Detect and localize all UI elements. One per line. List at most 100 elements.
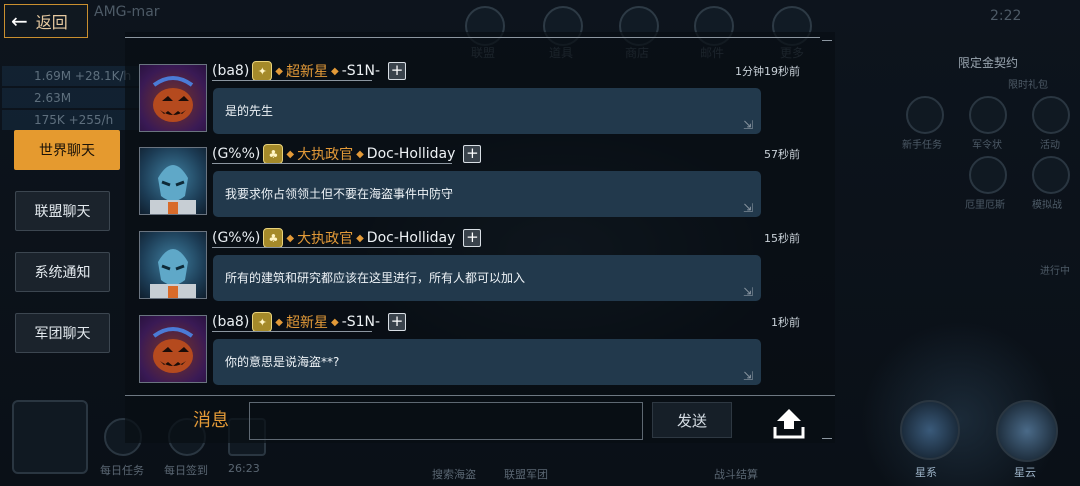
diamond-icon: ◆ xyxy=(331,65,339,77)
send-button[interactable]: 发送 xyxy=(652,402,732,438)
rank-emblem-icon: ✦ xyxy=(252,61,273,81)
right-label: 限定金契约 xyxy=(958,56,1019,70)
right-label: 模拟战 xyxy=(1032,200,1062,211)
rank-emblem-icon: ♣ xyxy=(263,228,284,248)
message-time: 57秒前 xyxy=(764,148,800,161)
sender-line: (G%%) ♣ ◆ 大执政官 ◆ Doc-Holliday + xyxy=(212,228,482,248)
message-text: 所有的建筑和研究都应该在这里进行，所有人都可以加入 xyxy=(225,271,526,285)
message-input[interactable] xyxy=(249,402,643,440)
diamond-icon: ◆ xyxy=(356,232,364,244)
player-title: 大执政官 xyxy=(297,231,354,247)
player-title: 大执政官 xyxy=(297,147,354,163)
pumpkin-avatar[interactable] xyxy=(139,64,207,132)
message-text: 我要求你占领领土但不要在海盗事件中防守 xyxy=(225,187,454,201)
pumpkin-avatar[interactable] xyxy=(139,315,207,383)
clock: 2:22 xyxy=(990,8,1022,24)
right-label: 限时礼包 xyxy=(1008,80,1048,91)
player-title: 超新星 xyxy=(286,315,328,331)
divider xyxy=(822,438,832,439)
resource-row: 175K +255/h xyxy=(2,110,142,130)
add-friend-button[interactable]: + xyxy=(388,313,407,331)
tab-world-chat[interactable]: 世界聊天 xyxy=(14,130,120,170)
tab-alliance-chat[interactable]: 联盟聊天 xyxy=(15,191,110,231)
player-name[interactable]: Doc-Holliday xyxy=(367,146,456,162)
expand-icon[interactable]: ⇲ xyxy=(743,102,753,148)
military-order-icon xyxy=(969,96,1007,134)
message-bubble[interactable]: 所有的建筑和研究都应该在这里进行，所有人都可以加入 ⇲ xyxy=(213,255,761,301)
chat-message: (G%%) ♣ ◆ 大执政官 ◆ Doc-Holliday + 57秒前 我要求… xyxy=(139,144,819,227)
expand-icon[interactable]: ⇲ xyxy=(743,353,753,399)
add-friend-button[interactable]: + xyxy=(463,145,482,163)
sender-line: (ba8) ✦ ◆ 超新星 ◆ -S1N- + xyxy=(212,312,407,332)
chat-message: (ba8) ✦ ◆ 超新星 ◆ -S1N- + 1分钟19秒前 是的先生 ⇲ xyxy=(139,61,819,144)
alliance-tag: (ba8) xyxy=(212,314,250,330)
bottom-label: 每日任务 xyxy=(100,464,144,477)
timer: 26:23 xyxy=(228,462,260,475)
event-icon xyxy=(1032,96,1070,134)
resource-row: 2.63M xyxy=(2,88,142,108)
right-label: 进行中 xyxy=(1040,266,1070,277)
player-name[interactable]: -S1N- xyxy=(342,314,380,330)
name-underline xyxy=(212,331,372,332)
rank-emblem-icon: ♣ xyxy=(263,144,284,164)
message-text: 是的先生 xyxy=(225,104,274,118)
diamond-icon: ◆ xyxy=(275,316,283,328)
bottom-label: 星系 xyxy=(915,466,937,479)
alliance-tag: (G%%) xyxy=(212,146,261,162)
diamond-icon: ◆ xyxy=(286,232,295,244)
player-name[interactable]: Doc-Holliday xyxy=(367,230,456,246)
add-friend-button[interactable]: + xyxy=(463,229,482,247)
player-title: 超新星 xyxy=(286,64,328,80)
divider xyxy=(822,40,832,41)
bottom-label: 每日签到 xyxy=(164,464,208,477)
newbie-task-icon xyxy=(906,96,944,134)
sender-line: (G%%) ♣ ◆ 大执政官 ◆ Doc-Holliday + xyxy=(212,144,482,164)
name-underline xyxy=(212,80,372,81)
alliance-tag: (ba8) xyxy=(212,63,250,79)
simulation-icon xyxy=(1032,156,1070,194)
divider xyxy=(125,395,835,396)
divider xyxy=(125,37,820,38)
nebula-icon xyxy=(996,400,1058,462)
diamond-icon: ◆ xyxy=(286,148,295,160)
back-button[interactable]: ← 返回 xyxy=(4,4,88,38)
right-label: 新手任务 xyxy=(902,140,942,151)
player-name[interactable]: -S1N- xyxy=(342,63,380,79)
message-label: 消息 xyxy=(193,410,229,431)
resource-row: 1.69M +28.1K/h xyxy=(2,66,142,86)
message-bubble[interactable]: 你的意思是说海盗**? ⇲ xyxy=(213,339,761,385)
bottom-label: 搜索海盗 xyxy=(432,468,476,481)
tab-legion-chat[interactable]: 军团聊天 xyxy=(15,313,110,353)
expand-icon[interactable]: ⇲ xyxy=(743,185,753,231)
alien-avatar[interactable] xyxy=(139,231,207,299)
message-time: 15秒前 xyxy=(764,232,800,245)
back-button-label: 返回 xyxy=(35,13,68,32)
expand-icon[interactable]: ⇲ xyxy=(743,269,753,315)
right-label: 军令状 xyxy=(972,140,1002,151)
tab-system-notice[interactable]: 系统通知 xyxy=(15,252,110,292)
diamond-icon: ◆ xyxy=(356,148,364,160)
base-icon xyxy=(12,400,88,474)
right-label: 活动 xyxy=(1040,140,1060,151)
rank-emblem-icon: ✦ xyxy=(252,312,273,332)
message-time: 1分钟19秒前 xyxy=(735,65,800,78)
upload-icon[interactable] xyxy=(772,407,806,439)
alien-avatar[interactable] xyxy=(139,147,207,215)
message-text: 你的意思是说海盗**? xyxy=(225,355,340,369)
chat-message: (G%%) ♣ ◆ 大执政官 ◆ Doc-Holliday + 15秒前 所有的… xyxy=(139,228,819,311)
sender-line: (ba8) ✦ ◆ 超新星 ◆ -S1N- + xyxy=(212,61,407,81)
galaxy-icon xyxy=(900,400,960,460)
bottom-label: 星云 xyxy=(1014,466,1036,479)
alliance-tag: (G%%) xyxy=(212,230,261,246)
player-name: AMG-mar xyxy=(94,4,160,20)
arrow-left-icon: ← xyxy=(11,9,28,33)
diamond-icon: ◆ xyxy=(331,316,339,328)
message-bubble[interactable]: 是的先生 ⇲ xyxy=(213,88,761,134)
name-underline xyxy=(212,163,452,164)
add-friend-button[interactable]: + xyxy=(388,62,407,80)
chat-message: (ba8) ✦ ◆ 超新星 ◆ -S1N- + 1秒前 你的意思是说海盗**? … xyxy=(139,312,819,395)
bottom-label: 战斗结算 xyxy=(714,468,758,481)
eris-icon xyxy=(969,156,1007,194)
message-bubble[interactable]: 我要求你占领领土但不要在海盗事件中防守 ⇲ xyxy=(213,171,761,217)
name-underline xyxy=(212,247,452,248)
